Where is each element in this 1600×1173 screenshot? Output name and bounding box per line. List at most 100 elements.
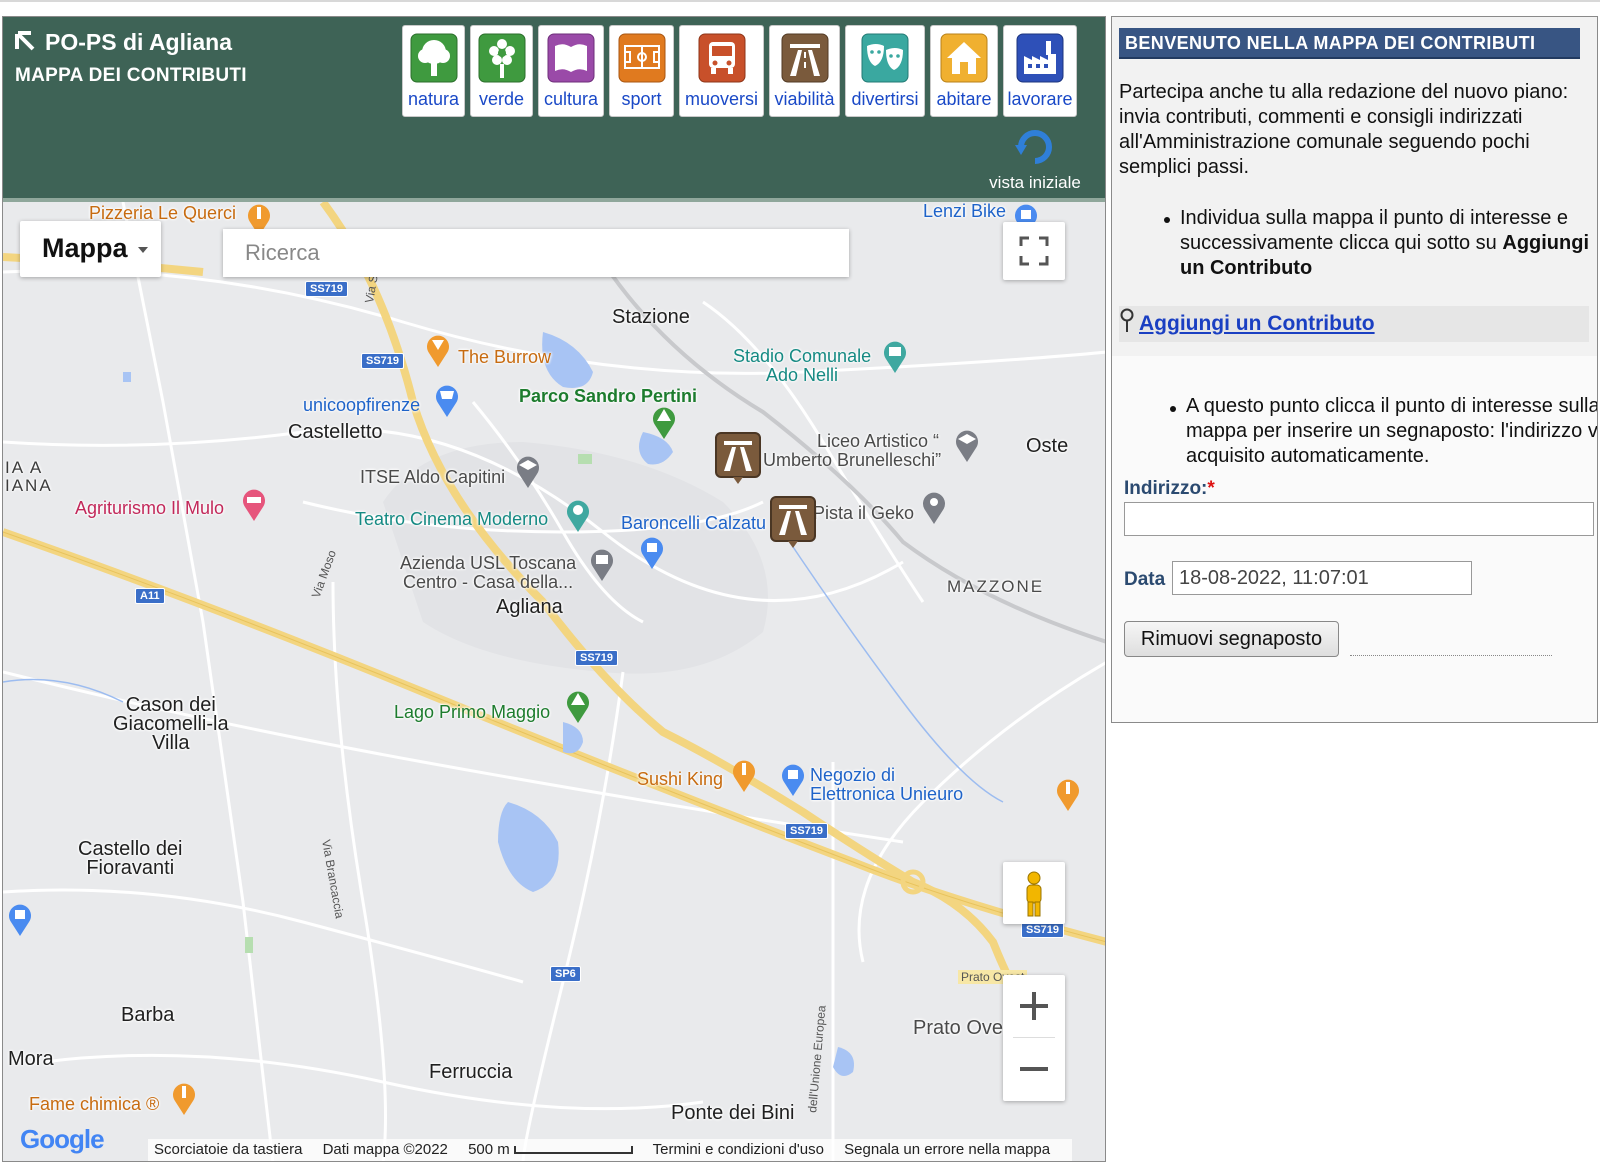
map-label-iana1: IA A [5,458,44,477]
date-label: Data [1124,569,1166,590]
hotel-pin-icon[interactable] [241,487,267,521]
zoom-in-button[interactable] [1003,975,1065,1037]
map-label-azienda: Azienda USL Toscana Centro - Casa della.… [400,554,576,592]
map-label-oste: Oste [1026,435,1069,457]
remove-marker-button[interactable]: Rimuovi segnaposto [1124,621,1339,657]
cinema-pin-icon[interactable] [565,498,591,532]
restaurant-pin-icon[interactable] [731,758,757,792]
map-attribution-bar: Scorciatoie da tastiera Dati mappa ©2022… [148,1139,1073,1161]
location-pin-icon[interactable] [921,490,947,524]
category-sport-button[interactable]: sport [609,25,674,117]
info-panel: BENVENUTO NELLA MAPPA DEI CONTRIBUTI Par… [1111,16,1598,723]
map-canvas[interactable]: Pizzeria Le Querci Lenzi Bike Stazione T… [3,202,1105,1161]
category-viabilita-button[interactable]: viabilità [769,25,840,117]
shop-pin-icon[interactable] [639,535,665,569]
caret-down-icon [138,247,148,253]
road-shield-ss719: SS719 [1021,922,1065,938]
map-label-fame: Fame chimica ® [29,1094,160,1114]
map-pin-icon [1120,308,1134,332]
road-shield-ss719: SS719 [785,823,829,839]
fullscreen-button[interactable] [1003,222,1065,280]
category-label: divertirsi [851,89,919,109]
school-pin-icon[interactable] [954,428,980,462]
map-label-cason: Cason dei Giacomelli-la Villa [113,695,229,754]
top-border [0,0,1600,2]
zoom-out-button[interactable] [1003,1038,1065,1100]
bullet [1164,217,1170,223]
contribution-marker-road-icon[interactable] [770,496,816,548]
vista-iniziale-label: vista iniziale [989,173,1081,192]
zoom-control [1003,975,1065,1101]
info-title: BENVENUTO NELLA MAPPA DEI CONTRIBUTI [1119,28,1580,59]
category-natura-button[interactable]: natura [402,25,465,117]
map-label-mora: Mora [8,1048,54,1070]
info-step1: Individua sulla mappa il punto di intere… [1180,206,1597,281]
address-input[interactable] [1124,502,1594,536]
date-input[interactable] [1172,561,1472,595]
shopping-cart-pin-icon[interactable] [434,383,460,417]
bullet [1170,406,1176,412]
category-lavorare-button[interactable]: lavorare [1003,25,1077,117]
road-shield-sp6: SP6 [550,966,581,982]
map-label-stadio: Stadio Comunale Ado Nelli [733,347,871,385]
google-logo-text: Google [20,1124,105,1154]
fullscreen-icon [1019,236,1049,266]
park-pin-icon[interactable] [565,689,591,723]
app-subtitle: MAPPA DEI CONTRIBUTI [15,65,247,86]
terms-link[interactable]: Termini e condizioni d'uso [653,1141,824,1158]
map-label-azienda-line2: Centro - Casa della... [403,572,574,592]
book-icon [547,33,595,83]
vista-iniziale-button[interactable]: vista iniziale [975,123,1095,197]
hospital-pin-icon[interactable] [589,547,615,581]
map-type-selector[interactable]: Mappa [20,221,161,277]
map-label-prato-ovest: Prato Oves [913,1017,1014,1039]
stadium-pin-icon[interactable] [882,339,908,373]
map-label-mazzone: MAZZONE [947,577,1045,596]
road-shield-ss719: SS719 [305,281,349,297]
map-label-negozio-line1: Negozio di [810,765,896,785]
road-icon [781,33,828,83]
school-pin-icon[interactable] [515,454,541,488]
map-label-castello: Castello dei Fioravanti [78,839,183,879]
map-label-liceo2: Umberto Brunelleschi” [763,450,942,470]
contribution-marker-road-icon[interactable] [715,432,761,484]
keyboard-shortcuts-link[interactable]: Scorciatoie da tastiera [154,1141,302,1158]
info-step2: A questo punto clicca il punto di intere… [1186,394,1597,469]
info-step2-line3: acquisito automaticamente. [1186,445,1430,467]
map-label-teatro: Teatro Cinema Moderno [355,509,549,529]
restaurant-pin-icon[interactable] [171,1081,197,1115]
map-label-baroncelli: Baroncelli Calzatu [621,513,767,533]
app-title: PO-PS di Agliana [45,29,233,55]
add-contribution-link[interactable]: Aggiungi un Contributo [1139,312,1375,336]
map-label-castelletto: Castelletto [288,421,383,443]
map-label-stadio-line2: Ado Nelli [766,365,839,385]
report-error-link[interactable]: Segnala un errore nella mappa [844,1141,1050,1158]
map-search-input[interactable] [223,229,849,277]
category-verde-button[interactable]: verde [470,25,533,117]
address-label-text: Indirizzo: [1124,478,1208,499]
street-view-pegman[interactable] [1003,862,1065,924]
map-label-cason-line3: Villa [152,732,190,754]
map-label-castello-line2: Fioravanti [86,857,175,879]
shop-pin-icon[interactable] [7,902,33,936]
category-cultura-button[interactable]: cultura [538,25,604,117]
shop-pin-icon[interactable] [780,762,806,796]
map-panel: PO-PS di Agliana MAPPA DEI CONTRIBUTI na… [2,16,1106,1162]
factory-icon [1016,33,1064,83]
scale-label: 500 m [468,1141,510,1158]
category-label: cultura [543,89,599,109]
category-divertirsi-button[interactable]: divertirsi [845,25,925,117]
add-contribution-row: Aggiungi un Contributo [1119,306,1589,342]
google-logo: Google [20,1124,105,1155]
collapse-arrow-icon[interactable] [13,29,37,53]
category-abitare-button[interactable]: abitare [930,25,998,117]
map-label-negozio-line2: Elettronica Unieuro [810,784,964,804]
map-label-liceo1: Liceo Artistico “ [817,431,940,451]
category-muoversi-button[interactable]: muoversi [679,25,764,117]
restaurant-pin-icon[interactable] [1055,777,1081,811]
cafe-pin-icon[interactable] [425,333,451,367]
form-divider [1350,655,1552,656]
bus-icon [698,33,745,83]
house-icon [940,33,988,83]
park-pin-icon[interactable] [651,405,677,439]
